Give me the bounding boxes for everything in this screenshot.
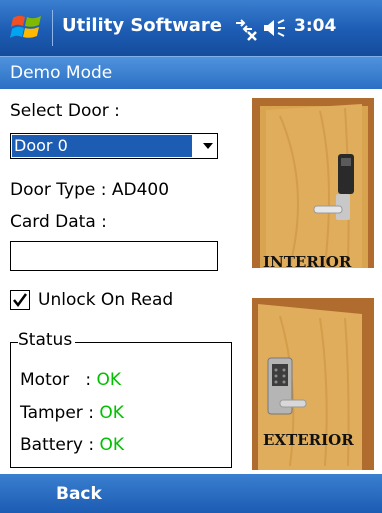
status-value: OK (99, 435, 124, 455)
status-label: Motor : (20, 370, 97, 390)
app-title: Utility Software (62, 15, 222, 36)
door-select-value: Door 0 (12, 135, 192, 157)
title-separator (52, 10, 53, 46)
card-data-label: Card Data : (10, 212, 107, 232)
door-select[interactable]: Door 0 (10, 133, 218, 159)
clock[interactable]: 3:04 (294, 16, 336, 36)
status-row-battery: Battery : OK (20, 435, 124, 455)
unlock-on-read-label: Unlock On Read (38, 290, 174, 310)
status-row-tamper: Tamper : OK (20, 403, 124, 423)
exterior-caption: EXTERIOR (263, 431, 354, 449)
status-value: OK (99, 403, 124, 423)
interior-door-image[interactable] (250, 96, 376, 274)
volume-icon[interactable] (262, 17, 286, 39)
connectivity-icon[interactable] (232, 17, 258, 41)
interior-caption: INTERIOR (263, 253, 352, 271)
status-label: Battery : (20, 435, 100, 455)
softkey-bar: Back (0, 474, 382, 513)
mode-bar: Demo Mode (0, 56, 382, 89)
chevron-down-icon[interactable] (203, 143, 213, 149)
door-type-label: Door Type : AD400 (10, 180, 170, 200)
status-label: Tamper : (20, 403, 100, 423)
windows-start-icon[interactable] (10, 11, 44, 45)
title-bar: Utility Software 3:04 (0, 0, 382, 56)
status-row-motor: Motor : OK (20, 370, 121, 390)
back-button[interactable]: Back (56, 484, 102, 504)
status-value: OK (96, 370, 121, 390)
card-data-input[interactable] (10, 241, 218, 271)
mode-title: Demo Mode (10, 63, 113, 83)
checkmark-icon (13, 293, 28, 308)
select-door-label: Select Door : (10, 101, 120, 121)
status-legend: Status (18, 330, 76, 350)
unlock-on-read-checkbox[interactable] (10, 290, 30, 310)
